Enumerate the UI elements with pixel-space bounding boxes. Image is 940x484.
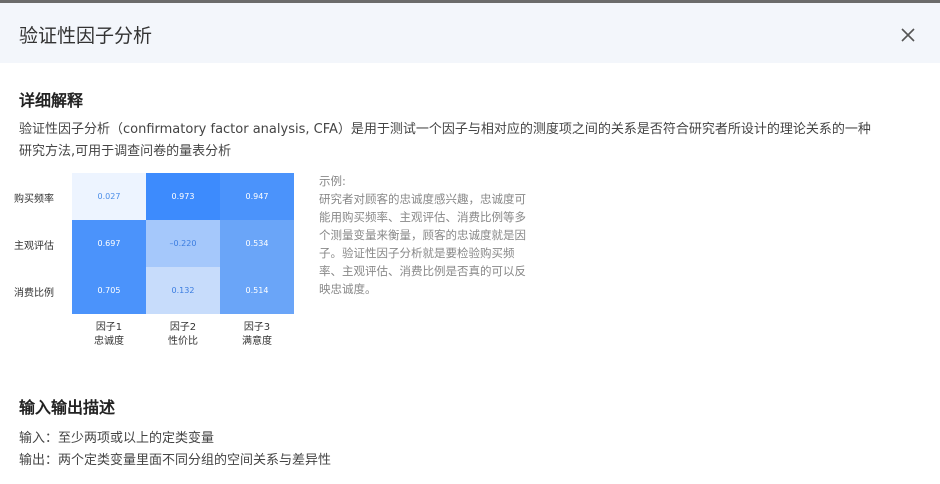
example-line: 率、主观评估、消费比例是否真的可以反 (319, 264, 526, 278)
heatmap-column-label: 因子2 性价比 (168, 322, 198, 347)
heatmap-cell: –0.220 (146, 220, 220, 267)
dialog-title: 验证性因子分析 (19, 25, 153, 47)
heatmap-row-label: 购买频率 (14, 194, 54, 205)
heatmap-row-label: 主观评估 (14, 241, 54, 252)
example-label: 示例: (319, 174, 346, 188)
io-output: 输出：两个定类变量里面不同分组的空间关系与差异性 (19, 453, 332, 468)
explain-heading: 详细解释 (19, 91, 84, 110)
heatmap-cell: 0.697 (72, 220, 146, 267)
example-line: 映忠诚度。 (319, 282, 377, 296)
factor-heatmap: 购买频率 0.027 0.973 0.947 主观评估 0.697 –0.220 0.534 消… (0, 172, 300, 352)
example-line: 研究者对顾客的忠诚度感兴趣，忠诚度可 (319, 192, 526, 206)
example-text: 示例: 研究者对顾客的忠诚度感兴趣，忠诚度可 能用购买频率、主观评估、消费比例等… (319, 172, 541, 298)
heatmap-cell: 0.705 (72, 267, 146, 314)
example-line: 子。验证性因子分析就是要检验购买频 (319, 246, 515, 260)
close-icon (901, 28, 915, 42)
io-input: 输入：至少两项或以上的定类变量 (19, 431, 215, 446)
dialog-header: 验证性因子分析 (0, 3, 940, 63)
heatmap-cell: 0.514 (220, 267, 294, 314)
explain-line-2: 研究方法,可用于调查问卷的量表分析 (19, 144, 232, 159)
explain-line-1: 验证性因子分析（confirmatory factor analysis, CF… (19, 122, 871, 137)
heatmap-cell: 0.947 (220, 173, 294, 220)
heatmap-cell: 0.534 (220, 220, 294, 267)
heatmap-column-label: 因子3 满意度 (242, 322, 272, 347)
io-heading: 输入输出描述 (19, 398, 116, 417)
heatmap-row-label: 消费比例 (14, 288, 54, 299)
close-button[interactable] (896, 23, 920, 47)
example-line: 个测量变量来衡量，顾客的忠诚度就是因 (319, 228, 526, 242)
heatmap-cell: 0.973 (146, 173, 220, 220)
heatmap-cell: 0.027 (72, 173, 146, 220)
heatmap-column-label: 因子1 忠诚度 (94, 322, 124, 347)
example-line: 能用购买频率、主观评估、消费比例等多 (319, 210, 526, 224)
heatmap-cell: 0.132 (146, 267, 220, 314)
